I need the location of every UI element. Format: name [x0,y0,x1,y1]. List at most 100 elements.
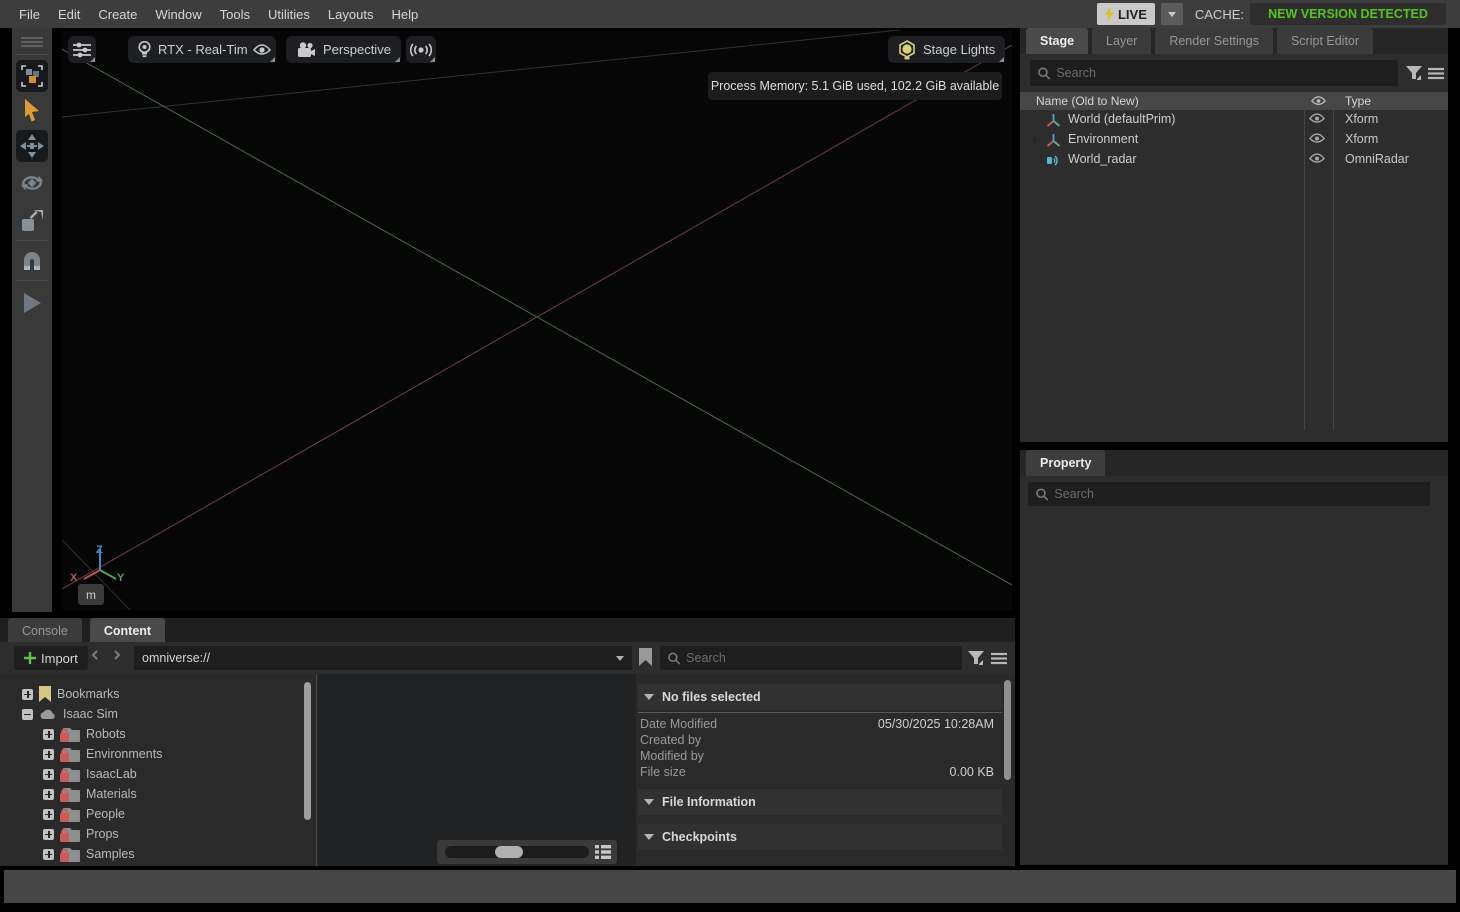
expand-toggle[interactable] [43,729,54,740]
tab-render-settings[interactable]: Render Settings [1155,28,1273,54]
prim-name[interactable]: Environment [1068,132,1138,146]
expand-toggle[interactable] [43,789,54,800]
menu-window[interactable]: Window [146,7,210,22]
column-type[interactable]: Type [1345,94,1371,108]
tree-item-samples[interactable]: Samples [43,844,135,864]
visibility-button[interactable] [248,36,276,63]
tab-property[interactable]: Property [1026,450,1105,476]
tab-console[interactable]: Console [8,618,82,644]
stage-lights-button[interactable]: Stage Lights [888,36,1005,63]
section-no-files-selected[interactable]: No files selected [638,684,1002,710]
unit-label[interactable]: m [78,584,104,605]
tree-item-materials[interactable]: Materials [43,784,137,804]
bookmark-toggle-icon[interactable] [639,648,652,666]
locked-folder-icon [60,827,80,842]
back-button[interactable] [90,650,100,660]
section-checkpoints[interactable]: Checkpoints [638,824,1002,850]
expand-toggle[interactable] [43,769,54,780]
expand-toggle[interactable] [43,809,54,820]
tree-item-props[interactable]: Props [43,824,119,844]
select-tool-button[interactable] [16,96,48,126]
tab-script-editor[interactable]: Script Editor [1277,28,1373,54]
prim-name[interactable]: World_radar [1068,152,1137,166]
stage-options-icon[interactable] [1428,67,1444,80]
grid-view-icon[interactable] [595,845,611,859]
property-search-field[interactable] [1028,482,1430,506]
viewport-settings-button[interactable] [68,36,96,63]
tree-item-environments[interactable]: Environments [43,744,162,764]
path-dropdown-icon[interactable] [616,656,624,661]
tree-item-isaac-sim[interactable]: Isaac Sim [22,704,118,724]
move-tool-button[interactable] [16,130,48,162]
content-options-icon[interactable] [991,652,1007,665]
menu-utilities[interactable]: Utilities [259,7,319,22]
search-icon [668,652,680,665]
field-date-modified: Date Modified 05/30/2025 10:28AM [640,717,998,733]
play-button[interactable] [16,288,48,318]
plus-icon [24,652,36,664]
menu-tools[interactable]: Tools [211,7,259,22]
caret-down-icon [644,834,654,840]
content-filter-icon[interactable] [968,651,984,666]
files-grid-area[interactable] [318,674,636,866]
expand-toggle[interactable] [22,689,33,700]
renderer-button[interactable]: RTX - Real-Time [128,36,265,63]
locked-folder-icon [60,767,80,782]
tree-item-bookmarks[interactable]: Bookmarks [22,684,120,704]
scale-tool-button[interactable] [16,206,48,236]
visibility-toggle[interactable] [1309,113,1325,124]
menu-edit[interactable]: Edit [49,7,89,22]
tree-item-robots[interactable]: Robots [43,724,126,744]
tree-item-people[interactable]: People [43,804,125,824]
menu-create[interactable]: Create [89,7,146,22]
column-name[interactable]: Name (Old to New) [1036,94,1139,108]
visibility-toggle[interactable] [1309,133,1325,144]
play-icon [22,292,42,314]
column-divider[interactable] [316,674,317,866]
broadcast-button[interactable] [406,36,436,63]
path-field[interactable] [134,646,632,670]
snap-tool-button[interactable] [16,246,48,276]
path-input[interactable] [142,651,582,665]
rotate-tool-button[interactable] [16,168,48,198]
tree-item-isaaclab[interactable]: IsaacLab [43,764,137,784]
live-dropdown-button[interactable] [1161,3,1183,25]
stage-row-world-radar[interactable]: World_radar OmniRadar [1020,150,1448,170]
tab-layer[interactable]: Layer [1092,28,1151,54]
stage-row-environment[interactable]: Environment Xform [1020,130,1448,150]
tree-scrollbar[interactable] [304,682,311,820]
tab-stage[interactable]: Stage [1026,28,1088,54]
eye-icon [1309,153,1325,164]
expand-toggle[interactable] [43,849,54,860]
expand-toggle[interactable] [43,829,54,840]
expand-toggle[interactable] [43,749,54,760]
live-button[interactable]: LIVE [1097,3,1155,25]
details-scrollbar[interactable] [1004,680,1011,780]
collapse-toggle[interactable] [22,709,33,720]
menu-help[interactable]: Help [382,7,427,22]
prim-name[interactable]: World (defaultPrim) [1068,112,1175,126]
thumbnail-zoom-bar [437,840,617,864]
zoom-slider[interactable] [445,846,589,858]
camera-button[interactable]: Perspective [286,36,401,63]
stage-row-world[interactable]: World (defaultPrim) Xform [1020,110,1448,130]
stage-search-input[interactable] [1056,66,1390,80]
stage-filter-icon[interactable] [1406,66,1422,81]
toolbar-drag-handle[interactable] [16,34,48,50]
section-file-information[interactable]: File Information [638,789,1002,815]
viewport-grid-axes [62,30,1012,610]
menu-file[interactable]: File [10,7,49,22]
import-button[interactable]: Import [14,646,88,670]
forward-button[interactable] [112,650,122,660]
viewport-3d[interactable]: RTX - Real-Time Perspective Stage [62,30,1012,610]
property-search-input[interactable] [1054,487,1422,501]
stage-search-field[interactable] [1030,60,1398,86]
content-search-field[interactable] [660,646,962,670]
select-mode-button[interactable] [16,60,48,92]
visibility-toggle[interactable] [1309,153,1325,164]
tab-content[interactable]: Content [90,618,165,644]
stage-tree-header[interactable]: Name (Old to New) Type [1020,92,1448,110]
menu-layouts[interactable]: Layouts [319,7,383,22]
content-search-input[interactable] [686,651,954,665]
zoom-slider-thumb[interactable] [495,846,523,858]
